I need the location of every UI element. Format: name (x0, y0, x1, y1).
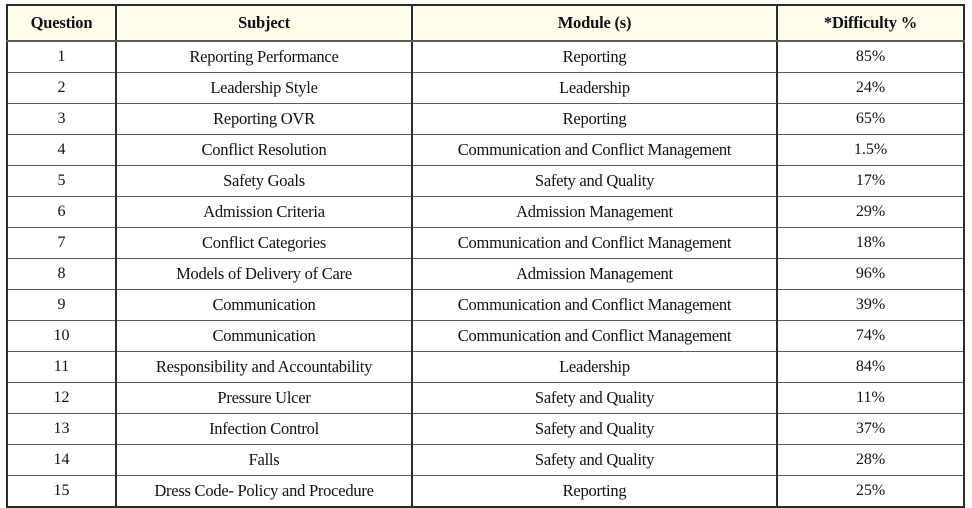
table-header-row: Question Subject Module (s) *Difficulty … (6, 4, 965, 42)
cell-difficulty: 65% (776, 103, 965, 135)
cell-subject: Models of Delivery of Care (115, 258, 413, 290)
cell-subject: Communication (115, 320, 413, 352)
cell-question: 11 (6, 351, 117, 383)
question-table-container: Question Subject Module (s) *Difficulty … (6, 4, 965, 508)
cell-difficulty: 11% (776, 382, 965, 414)
cell-module: Communication and Conflict Management (411, 134, 778, 166)
cell-difficulty: 74% (776, 320, 965, 352)
table-row: 15 Dress Code- Policy and Procedure Report… (6, 475, 965, 508)
cell-subject: Infection Control (115, 413, 413, 445)
table-row: 13 Infection Control Safety and Quality 37% (6, 413, 965, 445)
table-row: 4 Conflict Resolution Communication and Co… (6, 134, 965, 166)
table-row: 2 Leadership Style Leadership 24% (6, 72, 965, 104)
cell-question: 9 (6, 289, 117, 321)
cell-module: Communication and Conflict Management (411, 227, 778, 259)
cell-module: Admission Management (411, 196, 778, 228)
cell-difficulty: 17% (776, 165, 965, 197)
cell-question: 15 (6, 475, 117, 508)
cell-difficulty: 96% (776, 258, 965, 290)
table-row: 14 Falls Safety and Quality 28% (6, 444, 965, 476)
cell-module: Admission Management (411, 258, 778, 290)
cell-module: Reporting (411, 475, 778, 508)
cell-subject: Reporting Performance (115, 40, 413, 73)
cell-subject: Leadership Style (115, 72, 413, 104)
cell-question: 13 (6, 413, 117, 445)
table-row: 3 Reporting OVR Reporting 65% (6, 103, 965, 135)
cell-module: Reporting (411, 103, 778, 135)
cell-module: Leadership (411, 72, 778, 104)
cell-module: Communication and Conflict Management (411, 320, 778, 352)
cell-question: 6 (6, 196, 117, 228)
table-row: 10 Communication Communication and Conflic… (6, 320, 965, 352)
cell-module: Safety and Quality (411, 165, 778, 197)
cell-difficulty: 18% (776, 227, 965, 259)
cell-difficulty: 39% (776, 289, 965, 321)
cell-question: 1 (6, 40, 117, 73)
cell-question: 5 (6, 165, 117, 197)
cell-module: Safety and Quality (411, 444, 778, 476)
cell-difficulty: 37% (776, 413, 965, 445)
cell-subject: Conflict Categories (115, 227, 413, 259)
cell-subject: Conflict Resolution (115, 134, 413, 166)
cell-difficulty: 25% (776, 475, 965, 508)
cell-subject: Dress Code- Policy and Procedure (115, 475, 413, 508)
cell-question: 4 (6, 134, 117, 166)
cell-difficulty: 84% (776, 351, 965, 383)
table-row: 9 Communication Communication and Conflict… (6, 289, 965, 321)
column-header-module: Module (s) (411, 4, 778, 42)
table-row: 7 Conflict Categories Communication and Co… (6, 227, 965, 259)
table-row: 8 Models of Delivery of Care Admission Man… (6, 258, 965, 290)
cell-question: 14 (6, 444, 117, 476)
cell-module: Communication and Conflict Management (411, 289, 778, 321)
column-header-subject: Subject (115, 4, 413, 42)
cell-difficulty: 29% (776, 196, 965, 228)
cell-question: 7 (6, 227, 117, 259)
table-row: 6 Admission Criteria Admission Management 2… (6, 196, 965, 228)
table-row: 12 Pressure Ulcer Safety and Quality 11% (6, 382, 965, 414)
cell-subject: Falls (115, 444, 413, 476)
table-row: 1 Reporting Performance Reporting 85% (6, 40, 965, 73)
table-header: Question Subject Module (s) *Difficulty … (6, 4, 965, 42)
cell-question: 12 (6, 382, 117, 414)
cell-subject: Responsibility and Accountability (115, 351, 413, 383)
cell-module: Leadership (411, 351, 778, 383)
cell-module: Safety and Quality (411, 413, 778, 445)
cell-subject: Communication (115, 289, 413, 321)
cell-difficulty: 28% (776, 444, 965, 476)
cell-question: 3 (6, 103, 117, 135)
cell-subject: Admission Criteria (115, 196, 413, 228)
cell-question: 8 (6, 258, 117, 290)
cell-module: Reporting (411, 40, 778, 73)
column-header-question: Question (6, 4, 117, 42)
cell-module: Safety and Quality (411, 382, 778, 414)
cell-subject: Safety Goals (115, 165, 413, 197)
cell-difficulty: 24% (776, 72, 965, 104)
cell-question: 10 (6, 320, 117, 352)
cell-difficulty: 1.5% (776, 134, 965, 166)
column-header-difficulty: *Difficulty % (776, 4, 965, 42)
cell-question: 2 (6, 72, 117, 104)
question-difficulty-table: Question Subject Module (s) *Difficulty … (6, 4, 965, 508)
table-row: 11 Responsibility and Accountability Leade… (6, 351, 965, 383)
table-row: 5 Safety Goals Safety and Quality 17% (6, 165, 965, 197)
table-body: 1 Reporting Performance Reporting 85% 2 Leade… (6, 40, 965, 508)
cell-subject: Pressure Ulcer (115, 382, 413, 414)
cell-subject: Reporting OVR (115, 103, 413, 135)
cell-difficulty: 85% (776, 40, 965, 73)
